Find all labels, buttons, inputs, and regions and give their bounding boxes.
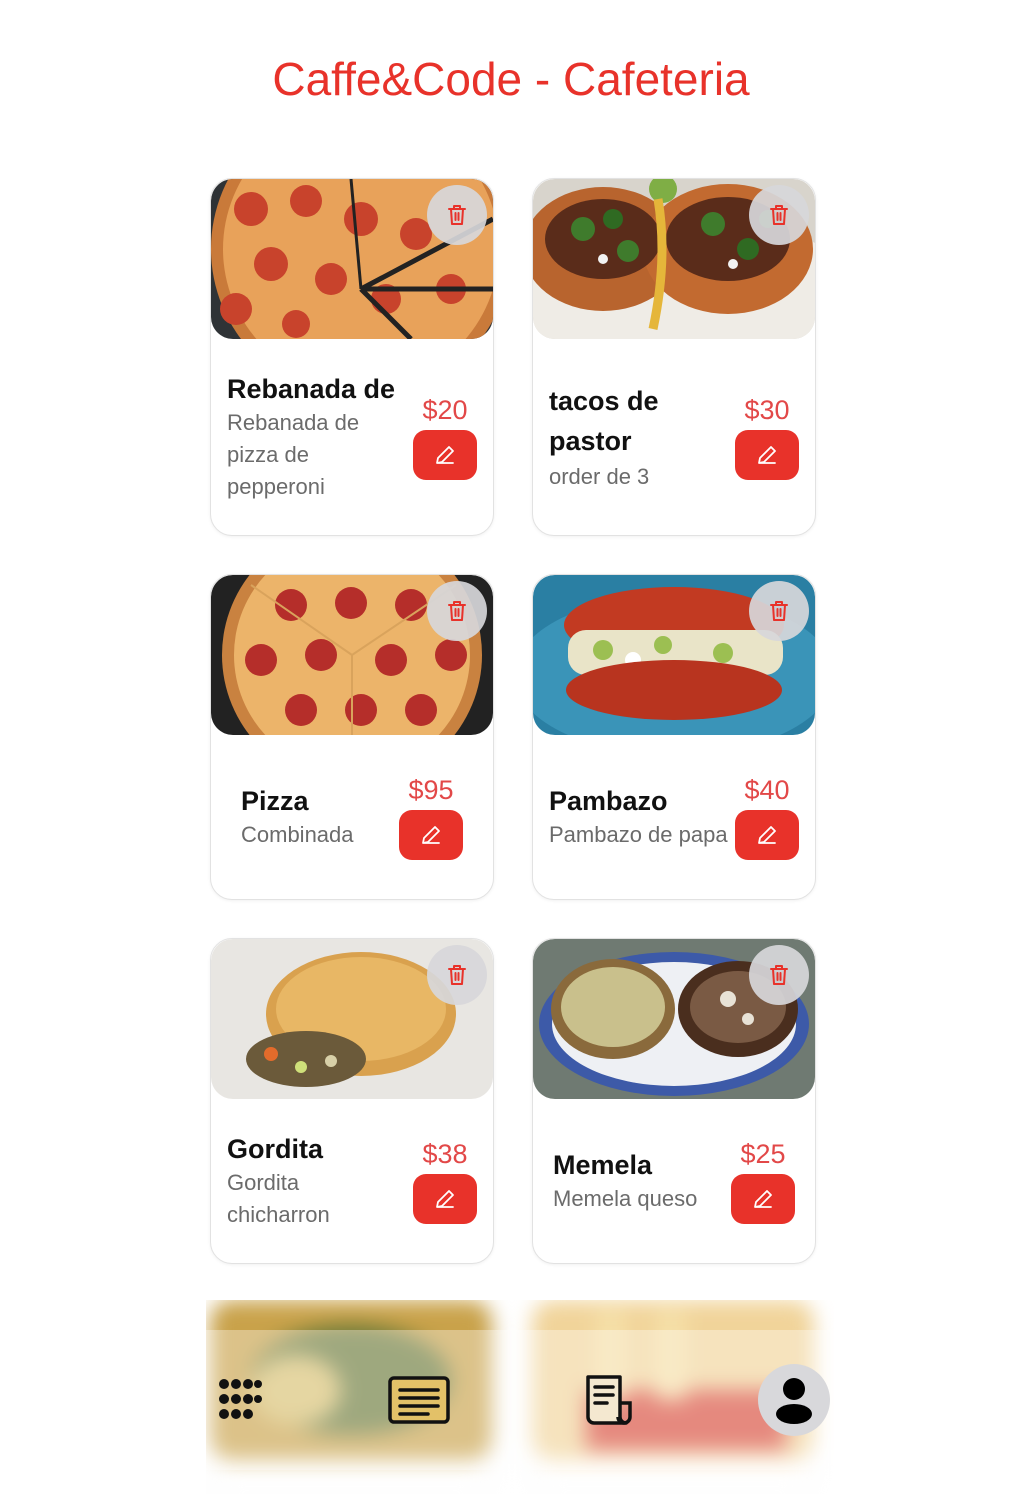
product-price: $25: [740, 1139, 786, 1169]
product-card: tacos de pastor order de 3 $30: [532, 178, 816, 536]
trash-icon: [770, 601, 788, 621]
delete-button[interactable]: [427, 581, 487, 641]
edit-button[interactable]: [413, 430, 477, 480]
product-name: Gordita: [227, 1134, 324, 1164]
trash-icon: [770, 205, 788, 225]
product-price: $20: [422, 395, 468, 425]
product-name: Pizza: [241, 786, 309, 816]
delete-button[interactable]: [749, 945, 809, 1005]
product-info: Rebanada de Rebanada de pizza de peppero…: [211, 339, 493, 535]
pencil-icon: [758, 446, 776, 464]
bottom-nav: [206, 1330, 834, 1470]
delete-button[interactable]: [749, 185, 809, 245]
menu-list-icon: [388, 1376, 451, 1424]
product-price: $30: [744, 395, 790, 425]
user-avatar-icon: [775, 1378, 812, 1424]
nav-orders-button[interactable]: [569, 1370, 649, 1430]
edit-button[interactable]: [731, 1174, 795, 1224]
trash-icon: [448, 965, 466, 985]
edit-button[interactable]: [399, 810, 463, 860]
product-info: Gordita Gordita chicharron $38: [211, 1099, 493, 1263]
page-title: Caffe&Code - Cafeteria: [272, 53, 750, 105]
product-name: tacos de pastor: [549, 386, 659, 456]
product-price: $40: [744, 775, 790, 805]
delete-button[interactable]: [427, 185, 487, 245]
product-price: $38: [422, 1139, 468, 1169]
product-card: Rebanada de Rebanada de pizza de peppero…: [210, 178, 494, 536]
nav-grid-button[interactable]: [210, 1370, 270, 1430]
product-name: Rebanada de: [227, 374, 396, 404]
trash-icon: [448, 601, 466, 621]
product-card: Memela Memela queso $25: [532, 938, 816, 1264]
trash-icon: [770, 965, 788, 985]
trash-icon: [448, 205, 466, 225]
product-price: $95: [408, 775, 454, 805]
pencil-icon: [758, 826, 776, 844]
product-description: Rebanada de pizza de pepperoni: [227, 410, 360, 499]
product-description: Pambazo de papa: [549, 822, 728, 847]
edit-button[interactable]: [735, 810, 799, 860]
nav-profile-button[interactable]: [757, 1364, 830, 1436]
product-card: Pizza Combinada $95: [210, 574, 494, 900]
product-info: Pambazo Pambazo de papa $40: [533, 735, 815, 899]
receipt-icon: [585, 1375, 632, 1425]
product-description: order de 3: [549, 464, 650, 489]
nav-menu-button[interactable]: [379, 1370, 459, 1430]
product-info: Memela Memela queso $25: [533, 1099, 815, 1263]
product-info: tacos de pastor order de 3 $30: [533, 339, 815, 535]
product-name: Memela: [553, 1150, 653, 1180]
product-card: Pambazo Pambazo de papa $40: [532, 574, 816, 900]
product-description: Memela queso: [553, 1186, 698, 1211]
product-card: Gordita Gordita chicharron $38: [210, 938, 494, 1264]
pencil-icon: [754, 1190, 772, 1208]
edit-button[interactable]: [735, 430, 799, 480]
edit-button[interactable]: [413, 1174, 477, 1224]
pencil-icon: [422, 826, 440, 844]
pencil-icon: [436, 446, 454, 464]
product-description: Gordita chicharron: [227, 1170, 330, 1227]
pencil-icon: [436, 1190, 454, 1208]
delete-button[interactable]: [427, 945, 487, 1005]
grid-dots-icon: [219, 1379, 262, 1419]
product-description: Combinada: [241, 822, 354, 847]
delete-button[interactable]: [749, 581, 809, 641]
product-info: Pizza Combinada $95: [211, 735, 493, 899]
product-name: Pambazo: [549, 786, 668, 816]
